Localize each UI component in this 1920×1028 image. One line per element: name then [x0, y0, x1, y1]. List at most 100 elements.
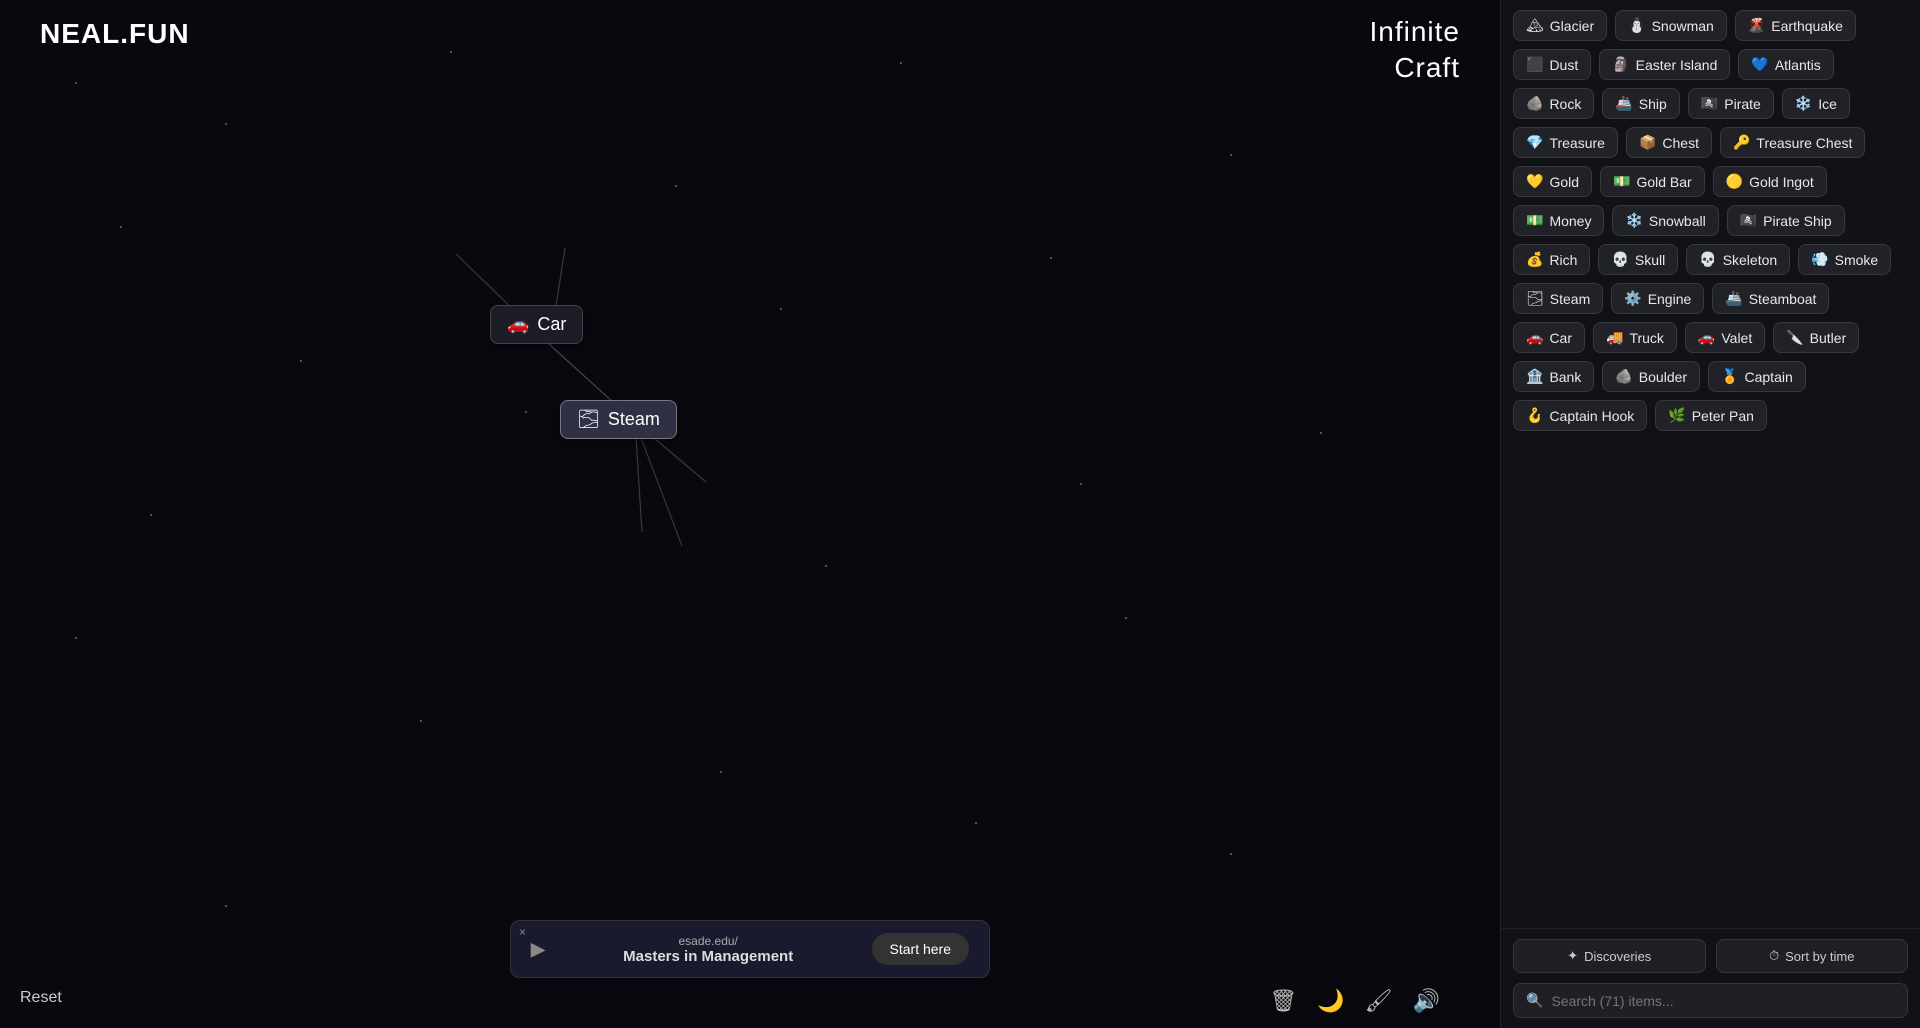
sidebar-item-glacier[interactable]: 🏔Glacier	[1513, 10, 1607, 41]
item-label: Smoke	[1835, 252, 1879, 268]
sidebar-item-steamboat[interactable]: 🚢Steamboat	[1712, 283, 1829, 314]
sort-icon: ⏱	[1769, 948, 1779, 964]
sidebar-item-engine[interactable]: ⚙️Engine	[1611, 283, 1704, 314]
sidebar-item-rich[interactable]: 💰 Rich	[1513, 244, 1590, 275]
item-label: Money	[1549, 213, 1591, 229]
sidebar-item-pirate-ship[interactable]: 🏴‍☠️ Pirate Ship	[1727, 205, 1845, 236]
sidebar-item-treasure[interactable]: 💎Treasure	[1513, 127, 1618, 158]
item-label: Ship	[1639, 96, 1667, 112]
item-label: Steam	[1550, 291, 1590, 307]
sidebar-item-gold-bar[interactable]: 💵 Gold Bar	[1600, 166, 1705, 197]
item-emoji: 🚚	[1606, 329, 1623, 346]
ad-arrow: ▶	[531, 939, 545, 960]
item-emoji: 🏴‍☠️	[1701, 95, 1718, 112]
search-bar[interactable]: 🔍	[1513, 983, 1908, 1018]
item-label: Snowman	[1652, 18, 1714, 34]
item-emoji: ❄️	[1625, 212, 1642, 229]
sidebar-item-dust[interactable]: ⬛ Dust	[1513, 49, 1591, 80]
canvas-area[interactable]: NEAL.FUN Infinite Craft 🚗 Car 🌫 Steam Re…	[0, 0, 1500, 1028]
ad-title: Masters in Management	[561, 948, 856, 965]
item-emoji: 🌋	[1748, 17, 1765, 34]
sidebar-item-gold[interactable]: 💛Gold	[1513, 166, 1592, 197]
brush-icon[interactable]: 🖌	[1365, 988, 1393, 1014]
item-label: Earthquake	[1771, 18, 1843, 34]
item-emoji: 📦	[1639, 134, 1656, 151]
trash-icon[interactable]: 🗑	[1269, 988, 1297, 1014]
item-label: Pirate Ship	[1763, 213, 1831, 229]
item-label: Treasure Chest	[1756, 135, 1852, 151]
item-label: Gold Bar	[1636, 174, 1691, 190]
sidebar-item-captain[interactable]: 🏅Captain	[1708, 361, 1806, 392]
sidebar-item-car[interactable]: 🚗Car	[1513, 322, 1585, 353]
item-emoji: 🚗	[1698, 329, 1715, 346]
sidebar-item-snowball[interactable]: ❄️ Snowball	[1612, 205, 1718, 236]
item-label: Car	[1549, 330, 1572, 346]
ad-banner: × ▶ esade.edu/ Masters in Management Sta…	[510, 920, 990, 978]
item-label: Valet	[1721, 330, 1752, 346]
sidebar-item-atlantis[interactable]: 💙Atlantis	[1738, 49, 1833, 80]
sidebar-item-snowman[interactable]: ⛄Snowman	[1615, 10, 1727, 41]
ad-cta-button[interactable]: Start here	[872, 933, 969, 965]
item-emoji: 💰	[1526, 251, 1543, 268]
sidebar-item-boulder[interactable]: 🪨Boulder	[1602, 361, 1700, 392]
item-emoji: 🔑	[1733, 134, 1750, 151]
item-label: Snowball	[1649, 213, 1706, 229]
sidebar-item-gold-ingot[interactable]: 🟡Gold Ingot	[1713, 166, 1827, 197]
item-emoji: 💙	[1751, 56, 1768, 73]
game-title: Infinite Craft	[1370, 14, 1461, 86]
item-emoji: 🪝	[1526, 407, 1543, 424]
sidebar-item-easter-island[interactable]: 🗿Easter Island	[1599, 49, 1730, 80]
sidebar-item-peter-pan[interactable]: 🌿Peter Pan	[1655, 400, 1767, 431]
sidebar-item-truck[interactable]: 🚚 Truck	[1593, 322, 1677, 353]
sidebar-item-money[interactable]: 💵Money	[1513, 205, 1604, 236]
item-emoji: 🟡	[1726, 173, 1743, 190]
connection-lines	[0, 0, 1500, 1028]
sidebar-item-earthquake[interactable]: 🌋 Earthquake	[1735, 10, 1856, 41]
item-label: Peter Pan	[1692, 408, 1754, 424]
item-emoji: 💎	[1526, 134, 1543, 151]
sidebar-item-ship[interactable]: 🚢Ship	[1602, 88, 1679, 119]
sort-button[interactable]: ⏱ Sort by time	[1716, 939, 1909, 973]
sidebar-item-smoke[interactable]: 💨Smoke	[1798, 244, 1891, 275]
logo: NEAL.FUN	[40, 18, 190, 50]
sidebar-item-bank[interactable]: 🏦Bank	[1513, 361, 1594, 392]
sidebar-item-steam[interactable]: 🌫Steam	[1513, 283, 1603, 314]
canvas-item-car[interactable]: 🚗 Car	[490, 305, 583, 344]
sidebar-item-ice[interactable]: ❄️ Ice	[1782, 88, 1850, 119]
item-label: Pirate	[1724, 96, 1761, 112]
sidebar-footer: ✦ Discoveries ⏱ Sort by time 🔍	[1501, 928, 1920, 1028]
sidebar-item-butler[interactable]: 🔪Butler	[1773, 322, 1859, 353]
item-emoji: ⚙️	[1624, 290, 1641, 307]
sound-icon[interactable]: 🔊	[1413, 988, 1440, 1014]
sidebar-item-skull[interactable]: 💀Skull	[1598, 244, 1678, 275]
ad-close-button[interactable]: ×	[519, 925, 526, 939]
sidebar-item-pirate[interactable]: 🏴‍☠️ Pirate	[1688, 88, 1774, 119]
item-emoji: 💵	[1613, 173, 1630, 190]
item-emoji: 🪨	[1615, 368, 1632, 385]
reset-button[interactable]: Reset	[20, 989, 62, 1007]
discoveries-label: Discoveries	[1584, 949, 1651, 964]
sidebar-item-rock[interactable]: 🪨Rock	[1513, 88, 1594, 119]
item-label: Rich	[1549, 252, 1577, 268]
item-label: Butler	[1810, 330, 1847, 346]
sidebar-item-treasure-chest[interactable]: 🔑 Treasure Chest	[1720, 127, 1865, 158]
sidebar-item-chest[interactable]: 📦Chest	[1626, 127, 1712, 158]
item-emoji: 🗿	[1612, 56, 1629, 73]
item-emoji: ❄️	[1795, 95, 1812, 112]
item-label: Truck	[1629, 330, 1663, 346]
sidebar-item-captain-hook[interactable]: 🪝Captain Hook	[1513, 400, 1647, 431]
car-label: Car	[537, 314, 566, 335]
item-emoji: ⬛	[1526, 56, 1543, 73]
search-input[interactable]	[1551, 993, 1895, 1009]
item-label: Skeleton	[1723, 252, 1777, 268]
sidebar-item-valet[interactable]: 🚗 Valet	[1685, 322, 1765, 353]
canvas-item-steam[interactable]: 🌫 Steam	[560, 400, 677, 439]
sort-label: Sort by time	[1785, 949, 1854, 964]
item-label: Dust	[1549, 57, 1578, 73]
moon-icon[interactable]: 🌙	[1317, 988, 1344, 1014]
item-label: Ice	[1818, 96, 1837, 112]
discoveries-button[interactable]: ✦ Discoveries	[1513, 939, 1706, 973]
sidebar-item-skeleton[interactable]: 💀Skeleton	[1686, 244, 1790, 275]
sidebar-items-list: 🏔Glacier ⛄Snowman 🌋 Earthquake ⬛ Dust 🗿Easter …	[1501, 0, 1920, 928]
item-emoji: 🏴‍☠️	[1740, 212, 1757, 229]
